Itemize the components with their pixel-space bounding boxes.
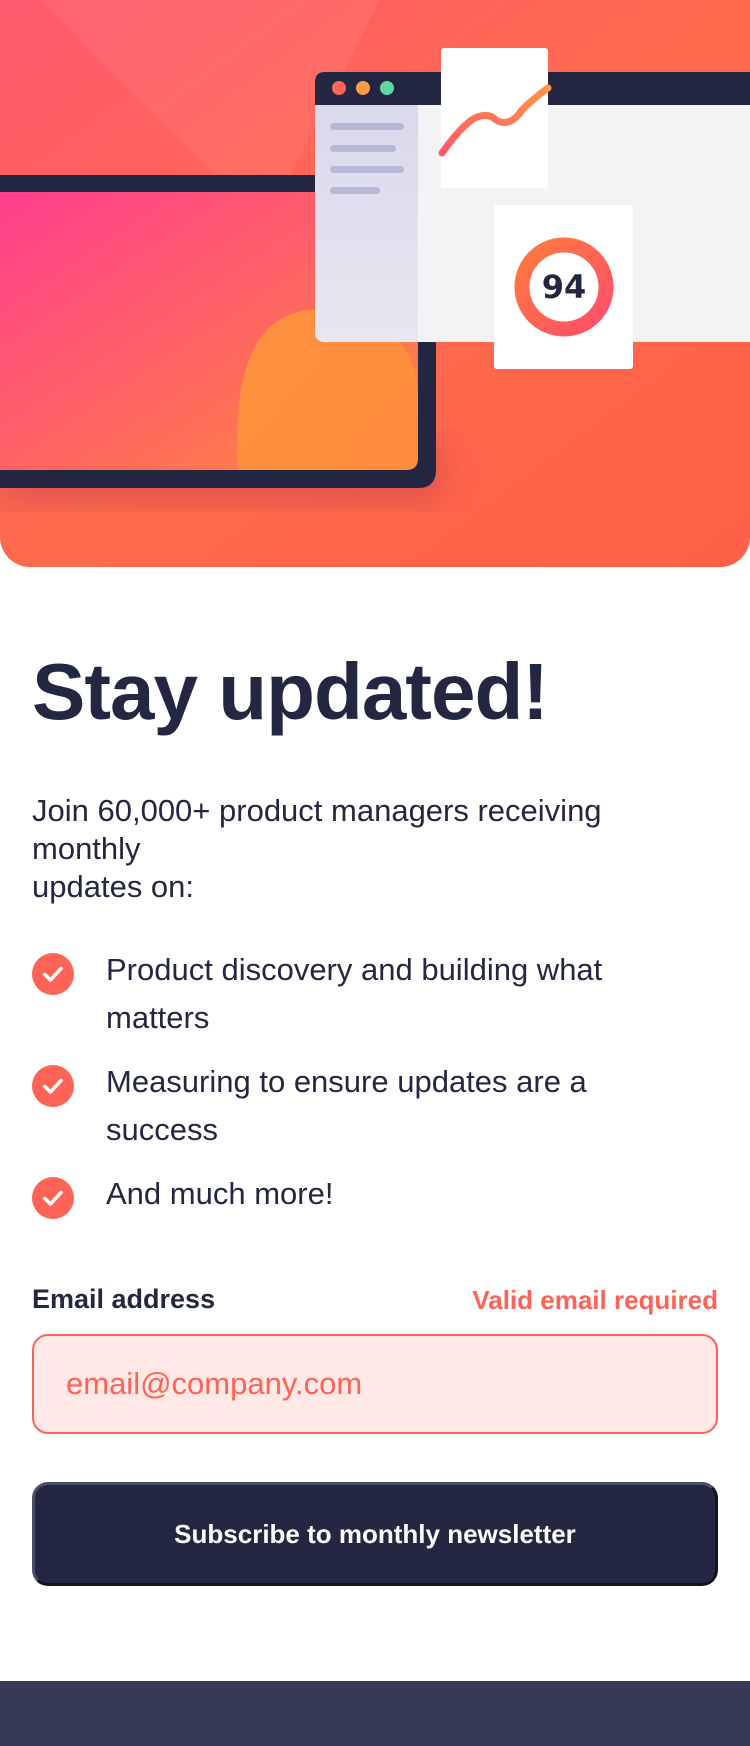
page-footer-band (0, 1681, 750, 1746)
email-label: Email address (32, 1284, 216, 1314)
score-value: 94 (542, 268, 587, 306)
subscribe-button[interactable]: Subscribe to monthly newsletter (32, 1482, 718, 1586)
page-title: Stay updated! (32, 647, 549, 736)
newsletter-card: 94 Stay updated! Join 60,000+ product ma… (0, 0, 750, 1681)
feature-text: And much more! (106, 1176, 334, 1211)
check-icon (32, 1177, 74, 1219)
lead-paragraph: Join 60,000+ product managers receiving … (32, 792, 672, 906)
lead-line-1: Join 60,000+ product managers receiving … (32, 793, 602, 866)
line-chart-icon (438, 48, 552, 188)
feature-text: Product discovery and building what matt… (106, 952, 603, 1035)
check-icon (32, 1065, 74, 1107)
email-error-message: Valid email required (472, 1285, 718, 1315)
email-field[interactable] (32, 1334, 718, 1434)
feature-text: Measuring to ensure updates are a succes… (106, 1064, 587, 1147)
score-ring-icon: 94 (494, 205, 633, 369)
hero-illustration: 94 (0, 0, 750, 567)
lead-line-2: updates on: (32, 869, 195, 904)
check-icon (32, 953, 74, 995)
